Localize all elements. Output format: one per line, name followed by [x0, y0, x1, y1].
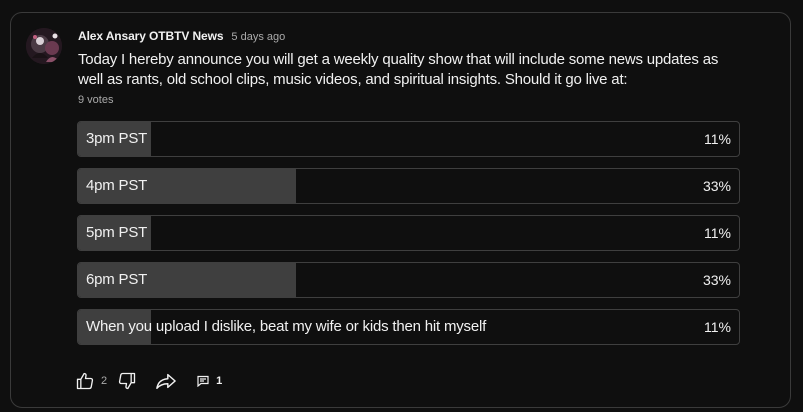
- poll-option-6pm[interactable]: 6pm PST 33%: [77, 262, 740, 298]
- like-button[interactable]: 2: [75, 371, 107, 391]
- author-name[interactable]: Alex Ansary OTBTV News: [78, 29, 224, 43]
- community-post-card: Alex Ansary OTBTV News 5 days ago Today …: [10, 12, 791, 408]
- share-button[interactable]: [155, 371, 177, 391]
- post-text: Today I hereby announce you will get a w…: [78, 51, 719, 88]
- poll-option-label: 3pm PST: [86, 130, 148, 147]
- poll-option-3pm[interactable]: 3pm PST 11%: [77, 121, 740, 157]
- dislike-button[interactable]: [117, 371, 137, 391]
- poll-option-percent: 11%: [704, 319, 731, 335]
- comment-count: 1: [216, 375, 223, 387]
- like-count: 2: [101, 375, 108, 387]
- poll-option-percent: 33%: [702, 178, 731, 194]
- poll-option-label: When you upload I dislike, beat my wife …: [86, 318, 487, 335]
- post-actions: 2 1: [75, 369, 222, 393]
- post-timestamp[interactable]: 5 days ago: [231, 31, 285, 43]
- poll-option-percent: 11%: [704, 131, 731, 147]
- poll-option-percent: 33%: [702, 272, 731, 288]
- poll-option-label: 5pm PST: [86, 224, 148, 241]
- poll-option-when-you-upload[interactable]: When you upload I dislike, beat my wife …: [77, 309, 740, 345]
- poll-option-5pm[interactable]: 5pm PST 11%: [77, 215, 740, 251]
- poll-option-label: 6pm PST: [86, 271, 148, 288]
- poll-option-4pm[interactable]: 4pm PST 33%: [77, 168, 740, 204]
- post-header: Alex Ansary OTBTV News 5 days ago: [78, 29, 285, 45]
- thumbs-down-icon: [117, 371, 137, 391]
- thumbs-up-icon: [75, 371, 95, 391]
- poll: 3pm PST 11% 4pm PST 33% 5pm PST 11% 6pm …: [77, 121, 740, 345]
- comments-button[interactable]: 1: [197, 375, 222, 387]
- author-avatar[interactable]: [26, 28, 62, 64]
- comment-icon: [197, 375, 209, 387]
- avatar-image: [26, 28, 62, 64]
- share-icon: [155, 371, 177, 391]
- poll-option-percent: 11%: [704, 225, 731, 241]
- vote-count: 9 votes: [78, 94, 114, 106]
- poll-option-label: 4pm PST: [86, 177, 148, 194]
